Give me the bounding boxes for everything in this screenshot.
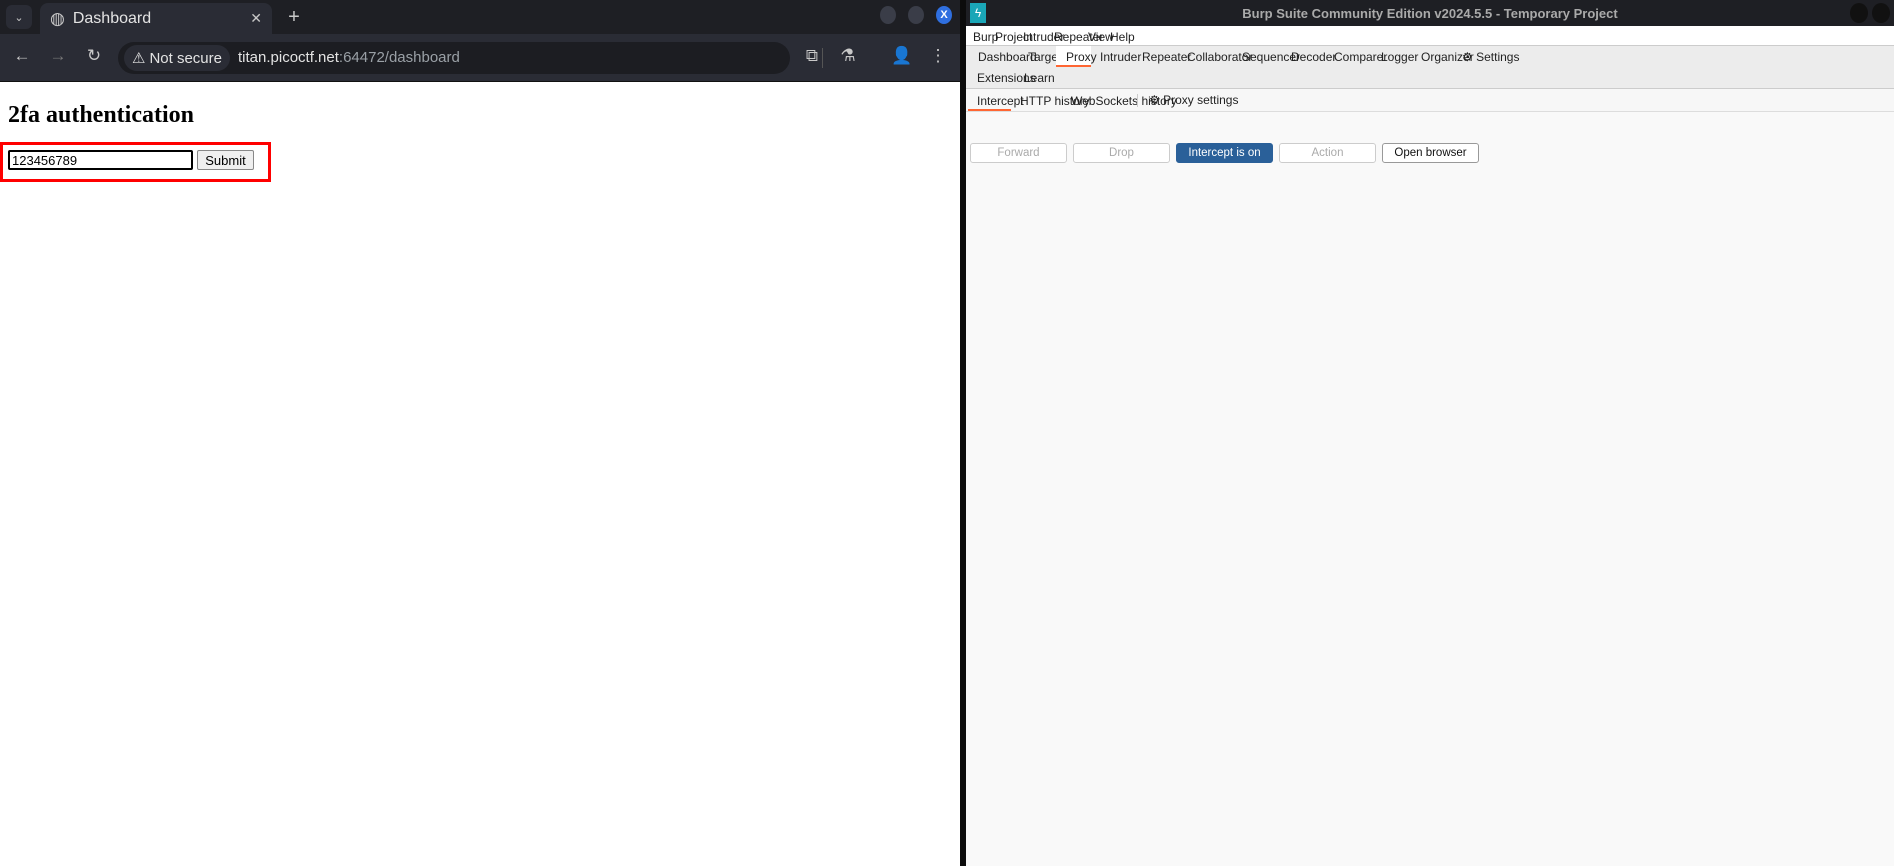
page-heading: 2fa authentication [8, 102, 194, 128]
minimize-button[interactable] [880, 6, 896, 24]
tab-settings-label: Settings [1476, 50, 1520, 64]
tab-logger[interactable]: Logger [1381, 50, 1418, 64]
drop-button[interactable]: Drop [1073, 143, 1170, 163]
open-browser-button[interactable]: Open browser [1382, 143, 1479, 163]
close-tab-icon[interactable]: ✕ [250, 10, 262, 27]
action-button[interactable]: Action [1279, 143, 1376, 163]
menu-kebab-icon[interactable]: ⋮ [928, 46, 948, 66]
burp-window [966, 0, 1894, 866]
tab-comparer[interactable]: Comparer [1334, 50, 1387, 64]
back-icon[interactable]: ← [10, 46, 34, 66]
burp-maximize-button[interactable] [1872, 3, 1890, 23]
proxy-subtabs: Intercept HTTP history WebSockets histor… [966, 89, 1894, 112]
menu-help[interactable]: Help [1110, 30, 1135, 44]
tab-proxy-label: Proxy [1066, 50, 1097, 64]
forward-button[interactable]: Forward [970, 143, 1067, 163]
otp-input[interactable] [8, 150, 193, 170]
subtab-divider [1137, 94, 1138, 107]
url-text[interactable]: titan.picoctf.net:64472/dashboard [238, 49, 460, 66]
close-window-icon[interactable]: X [936, 6, 952, 24]
burp-title-bar: ϟ Burp Suite Community Edition v2024.5.5… [966, 0, 1894, 26]
browser-tab[interactable]: ◍ Dashboard ✕ [40, 3, 272, 34]
toolbar-divider [822, 48, 823, 68]
security-chip[interactable]: ⚠ Not secure [124, 45, 230, 71]
tab-intruder[interactable]: Intruder [1100, 50, 1141, 64]
warning-icon: ⚠ [132, 50, 146, 67]
gear-icon: ⚙ [1149, 93, 1160, 107]
subtab-intercept[interactable]: Intercept [968, 89, 1024, 111]
tab-learn[interactable]: Learn [1024, 71, 1055, 85]
tab-search-chevron-icon[interactable]: ⌄ [6, 5, 32, 29]
profile-icon[interactable]: 👤 [890, 46, 914, 66]
tab-settings[interactable]: ⚙ Settings [1462, 50, 1519, 64]
browser-window [0, 0, 960, 866]
tab-proxy[interactable]: Proxy [1056, 46, 1097, 67]
gear-icon: ⚙ [1462, 50, 1473, 64]
burp-menu-bar: Burp Project Intruder Repeater View Help [966, 26, 1894, 46]
burp-minimize-button[interactable] [1850, 3, 1868, 23]
submit-button[interactable]: Submit [197, 150, 254, 170]
burp-title: Burp Suite Community Edition v2024.5.5 -… [1242, 6, 1618, 21]
tab-title: Dashboard [72, 9, 152, 27]
proxy-settings-label: Proxy settings [1163, 93, 1239, 107]
maximize-button[interactable] [908, 6, 924, 24]
tab-repeater[interactable]: Repeater [1142, 50, 1191, 64]
extensions-icon[interactable]: ⧉ [800, 46, 824, 66]
burp-main-tabs: Dashboard Target Proxy Intruder Repeater… [966, 46, 1894, 89]
intercept-toggle-button[interactable]: Intercept is on [1176, 143, 1273, 163]
globe-icon: ◍ [50, 8, 65, 28]
browser-tab-bar: ⌄ ◍ Dashboard ✕ + X [0, 0, 960, 34]
new-tab-icon[interactable]: + [282, 5, 306, 29]
proxy-settings-button[interactable]: ⚙ Proxy settings [1149, 93, 1238, 107]
forward-icon[interactable]: → [46, 46, 70, 66]
not-secure-label: Not secure [149, 49, 222, 67]
url-host: titan.picoctf.net [238, 49, 339, 66]
subtab-intercept-label: Intercept [977, 94, 1024, 108]
labs-flask-icon[interactable]: ⚗ [836, 46, 860, 66]
tab-decoder[interactable]: Decoder [1291, 50, 1336, 64]
reload-icon[interactable]: ↻ [82, 46, 106, 66]
url-path: :64472/dashboard [338, 49, 460, 66]
